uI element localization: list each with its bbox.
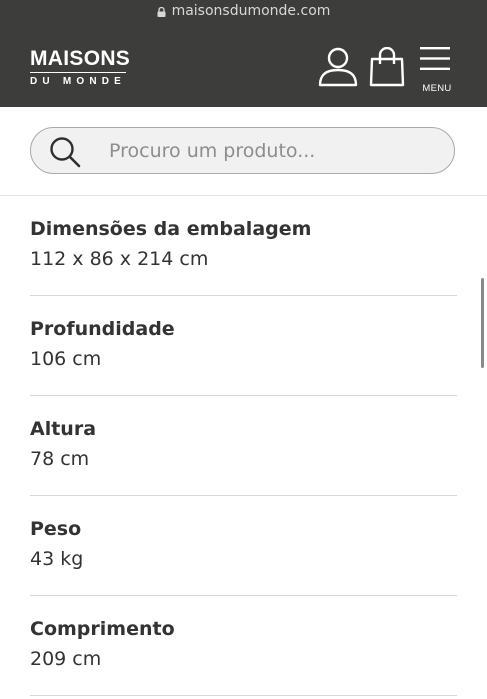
search-input[interactable] [109,128,439,173]
url-text: maisonsdumonde.com [171,3,331,19]
spec-row: Profundidade 106 cm [30,296,457,396]
scrollbar-thumb[interactable] [481,278,484,368]
shopping-bag-icon[interactable] [369,47,405,87]
spec-label: Profundidade [30,318,175,340]
product-specs-list: Dimensões da embalagem 112 x 86 x 214 cm… [30,196,457,696]
spec-row: Altura 78 cm [30,396,457,496]
user-icon[interactable] [318,47,358,87]
spec-label: Comprimento [30,618,175,640]
search-area [0,107,487,196]
logo-divider [30,72,126,73]
spec-value: 209 cm [30,648,102,670]
logo-line-2: DU MONDE [30,76,127,87]
menu-button[interactable]: MENU [420,47,454,94]
site-logo[interactable]: MAISONS DU MONDE [30,48,130,88]
spec-row: Comprimento 209 cm [30,596,457,696]
hamburger-menu-icon [420,47,450,70]
logo-line-1: MAISONS [30,47,131,70]
lock-icon [157,7,166,17]
site-header: MAISONS DU MONDE MENU [0,22,487,107]
search-icon[interactable] [49,136,81,168]
spec-value: 78 cm [30,448,90,470]
spec-row: Dimensões da embalagem 112 x 86 x 214 cm [30,196,457,296]
spec-label: Altura [30,418,97,440]
spec-label: Dimensões da embalagem [30,218,312,240]
spec-value: 43 kg [30,548,84,570]
spec-value: 112 x 86 x 214 cm [30,248,209,270]
browser-url-bar[interactable]: maisonsdumonde.com [0,0,487,22]
spec-value: 106 cm [30,348,102,370]
search-bar[interactable] [30,127,455,174]
menu-label: MENU [422,83,452,94]
spec-row: Peso 43 kg [30,496,457,596]
spec-label: Peso [30,518,82,540]
